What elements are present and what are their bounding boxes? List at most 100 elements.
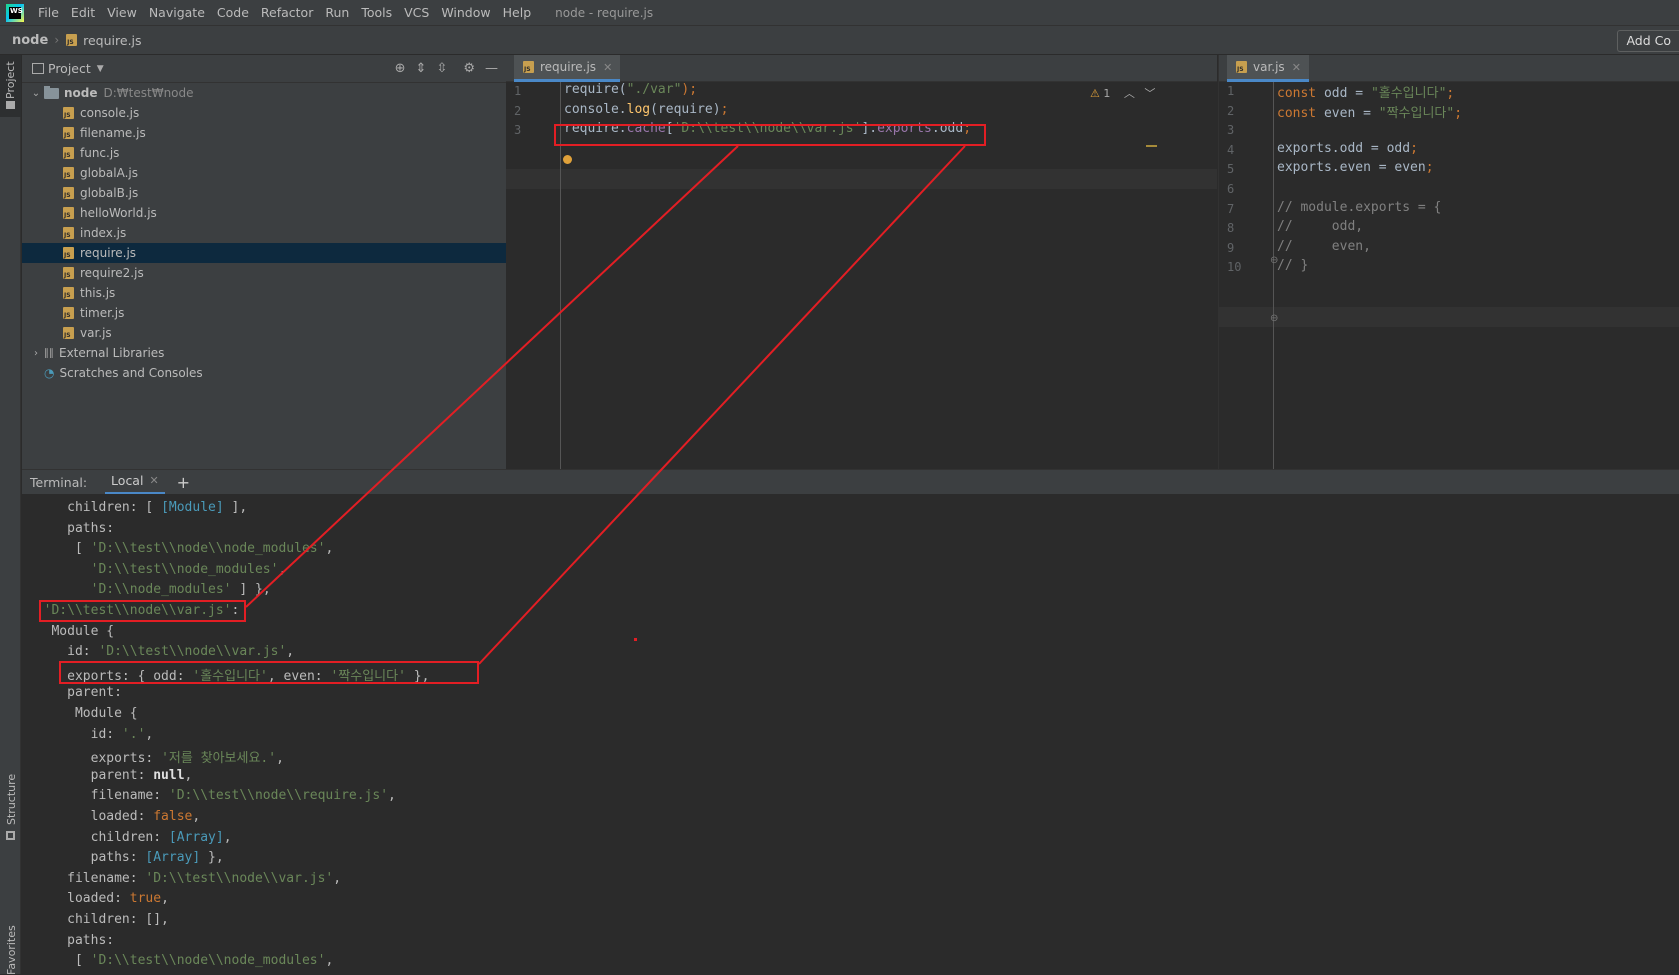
terminal-line: children: [ [Module] ], [28, 500, 247, 521]
chevron-down-icon[interactable]: ⌄ [28, 88, 44, 99]
code-line[interactable]: const odd = "홀수입니다"; [1277, 82, 1454, 101]
current-line-highlight [506, 169, 1217, 189]
code-token: (require) [650, 101, 721, 117]
tree-file-item[interactable]: require.js [22, 243, 506, 263]
terminal-token: parent: [28, 767, 154, 783]
project-panel-tools: ⊕ ⇕ ⇳ ⚙ — [395, 61, 498, 76]
expand-all-icon[interactable]: ⇕ [416, 61, 427, 76]
tree-file-item[interactable]: require2.js [22, 263, 506, 283]
terminal-token: [ [28, 541, 91, 557]
code-token: ; [1454, 105, 1463, 121]
code-line[interactable]: // odd, [1277, 219, 1363, 234]
terminal-token: 'D:\\test\\node\\var.js' [98, 644, 287, 660]
menu-item-refactor[interactable]: Refactor [255, 5, 319, 20]
code-line[interactable]: // even, [1277, 239, 1371, 254]
terminal-line: id: 'D:\\test\\node\\var.js', [28, 644, 294, 665]
fold-icon[interactable]: ⊖ [1270, 313, 1278, 324]
favorites-tool-tab[interactable]: Favorites [5, 925, 18, 975]
terminal-token: id: [28, 726, 122, 742]
hide-panel-icon[interactable]: — [485, 61, 498, 76]
breadcrumb-project[interactable]: node [0, 33, 48, 48]
structure-icon [6, 831, 15, 840]
code-line[interactable]: require("./var"); [564, 82, 697, 97]
code-token: ; [720, 101, 729, 117]
tree-file-label: require2.js [80, 266, 144, 280]
editor-require-js[interactable]: require.js ✕ 1 2 3 require("./var"); consol… [506, 55, 1217, 469]
chevron-right-icon[interactable]: › [28, 348, 44, 359]
new-terminal-button[interactable]: + [177, 473, 190, 492]
breadcrumb-file[interactable]: require.js [83, 33, 141, 48]
tree-external-libraries[interactable]: › ∥∥ External Libraries [22, 343, 506, 363]
tree-file-label: this.js [80, 286, 116, 300]
terminal-token: '홀수입니다' [192, 668, 268, 684]
code-token: even = [1323, 105, 1379, 121]
terminal-token: '짝수입니다' [330, 668, 406, 684]
add-configuration-button[interactable]: Add Co [1617, 30, 1679, 52]
warning-icon: ⚠ [1090, 87, 1100, 100]
collapse-all-icon[interactable]: ⇳ [436, 61, 447, 76]
code-line[interactable]: require.cache['D:\\test\\node\\var.js'].… [564, 121, 971, 136]
menu-item-run[interactable]: Run [319, 5, 355, 20]
menu-item-view[interactable]: View [101, 5, 143, 20]
project-tool-tab[interactable]: Project [0, 55, 21, 117]
tab-require-js[interactable]: require.js ✕ [514, 55, 621, 82]
terminal-token: 'D:\\test\\node\\var.js' [145, 870, 334, 886]
tree-file-item[interactable]: index.js [22, 223, 506, 243]
chevron-up-icon[interactable]: ︿ [1124, 87, 1135, 100]
fold-icon[interactable]: ⊖ [1270, 255, 1278, 266]
tree-file-item[interactable]: func.js [22, 143, 506, 163]
code-line[interactable]: const even = "짝수입니다"; [1277, 102, 1462, 121]
menu-item-help[interactable]: Help [497, 5, 538, 20]
close-icon[interactable]: ✕ [1292, 61, 1301, 74]
menu-item-code[interactable]: Code [211, 5, 255, 20]
code-line[interactable]: exports.even = even; [1277, 160, 1434, 175]
tree-root-node[interactable]: ⌄ node D:₩test₩node [22, 83, 506, 103]
tree-scratches[interactable]: ◔ Scratches and Consoles [22, 363, 506, 383]
menu-item-vcs[interactable]: VCS [398, 5, 435, 20]
code-line[interactable]: exports.odd = odd; [1277, 141, 1418, 156]
js-file-icon [62, 206, 76, 220]
terminal-token: [ [28, 953, 91, 969]
chevron-down-icon[interactable]: ﹀ [1144, 87, 1155, 100]
tree-file-item[interactable]: filename.js [22, 123, 506, 143]
tree-file-item[interactable]: timer.js [22, 303, 506, 323]
line-number: 4 [1227, 142, 1235, 157]
structure-tool-tab[interactable]: Structure [5, 774, 18, 825]
locate-file-icon[interactable]: ⊕ [395, 61, 406, 76]
bulb-icon[interactable] [563, 155, 572, 164]
code-token: exports.odd = odd [1277, 140, 1411, 156]
js-file-icon [65, 33, 79, 47]
line-number: 3 [1227, 123, 1235, 138]
menu-item-edit[interactable]: Edit [65, 5, 101, 20]
warning-stripe[interactable] [1146, 145, 1157, 147]
close-icon[interactable]: ✕ [149, 474, 158, 487]
dropdown-arrow-icon[interactable]: ▼ [97, 64, 104, 74]
tree-file-item[interactable]: console.js [22, 103, 506, 123]
code-line[interactable]: // module.exports = { [1277, 200, 1441, 215]
close-icon[interactable]: ✕ [603, 61, 612, 74]
code-line[interactable]: console.log(require); [564, 102, 728, 117]
project-panel-title[interactable]: Project [48, 61, 91, 76]
tree-file-item[interactable]: globalB.js [22, 183, 506, 203]
tree-file-label: var.js [80, 326, 112, 340]
code-token: ; [963, 121, 972, 137]
terminal-output[interactable]: children: [ [Module] ], paths: [ 'D:\\te… [22, 494, 1679, 974]
code-line[interactable]: // } [1277, 258, 1308, 273]
editor-var-js[interactable]: var.js ✕ 1 2 3 4 5 6 7 8 9 10 const odd = "홀수입니다"… [1218, 55, 1679, 469]
terminal-tab-local[interactable]: Local ✕ [105, 470, 165, 495]
tree-file-label: globalB.js [80, 186, 139, 200]
menu-item-file[interactable]: File [32, 5, 65, 20]
tree-file-item[interactable]: globalA.js [22, 163, 506, 183]
js-file-icon [62, 106, 76, 120]
menu-item-window[interactable]: Window [435, 5, 496, 20]
terminal-token: children: [28, 829, 169, 845]
tab-var-js[interactable]: var.js ✕ [1227, 55, 1309, 82]
menu-item-tools[interactable]: Tools [355, 5, 398, 20]
tree-file-item[interactable]: var.js [22, 323, 506, 343]
gear-icon[interactable]: ⚙ [463, 61, 475, 76]
editor-tabs-left: require.js ✕ [506, 55, 1217, 82]
tree-file-item[interactable]: helloWorld.js [22, 203, 506, 223]
inspection-widget[interactable]: ⚠ 1 ︿ ﹀ [1090, 85, 1155, 101]
menu-item-navigate[interactable]: Navigate [143, 5, 211, 20]
tree-file-item[interactable]: this.js [22, 283, 506, 303]
